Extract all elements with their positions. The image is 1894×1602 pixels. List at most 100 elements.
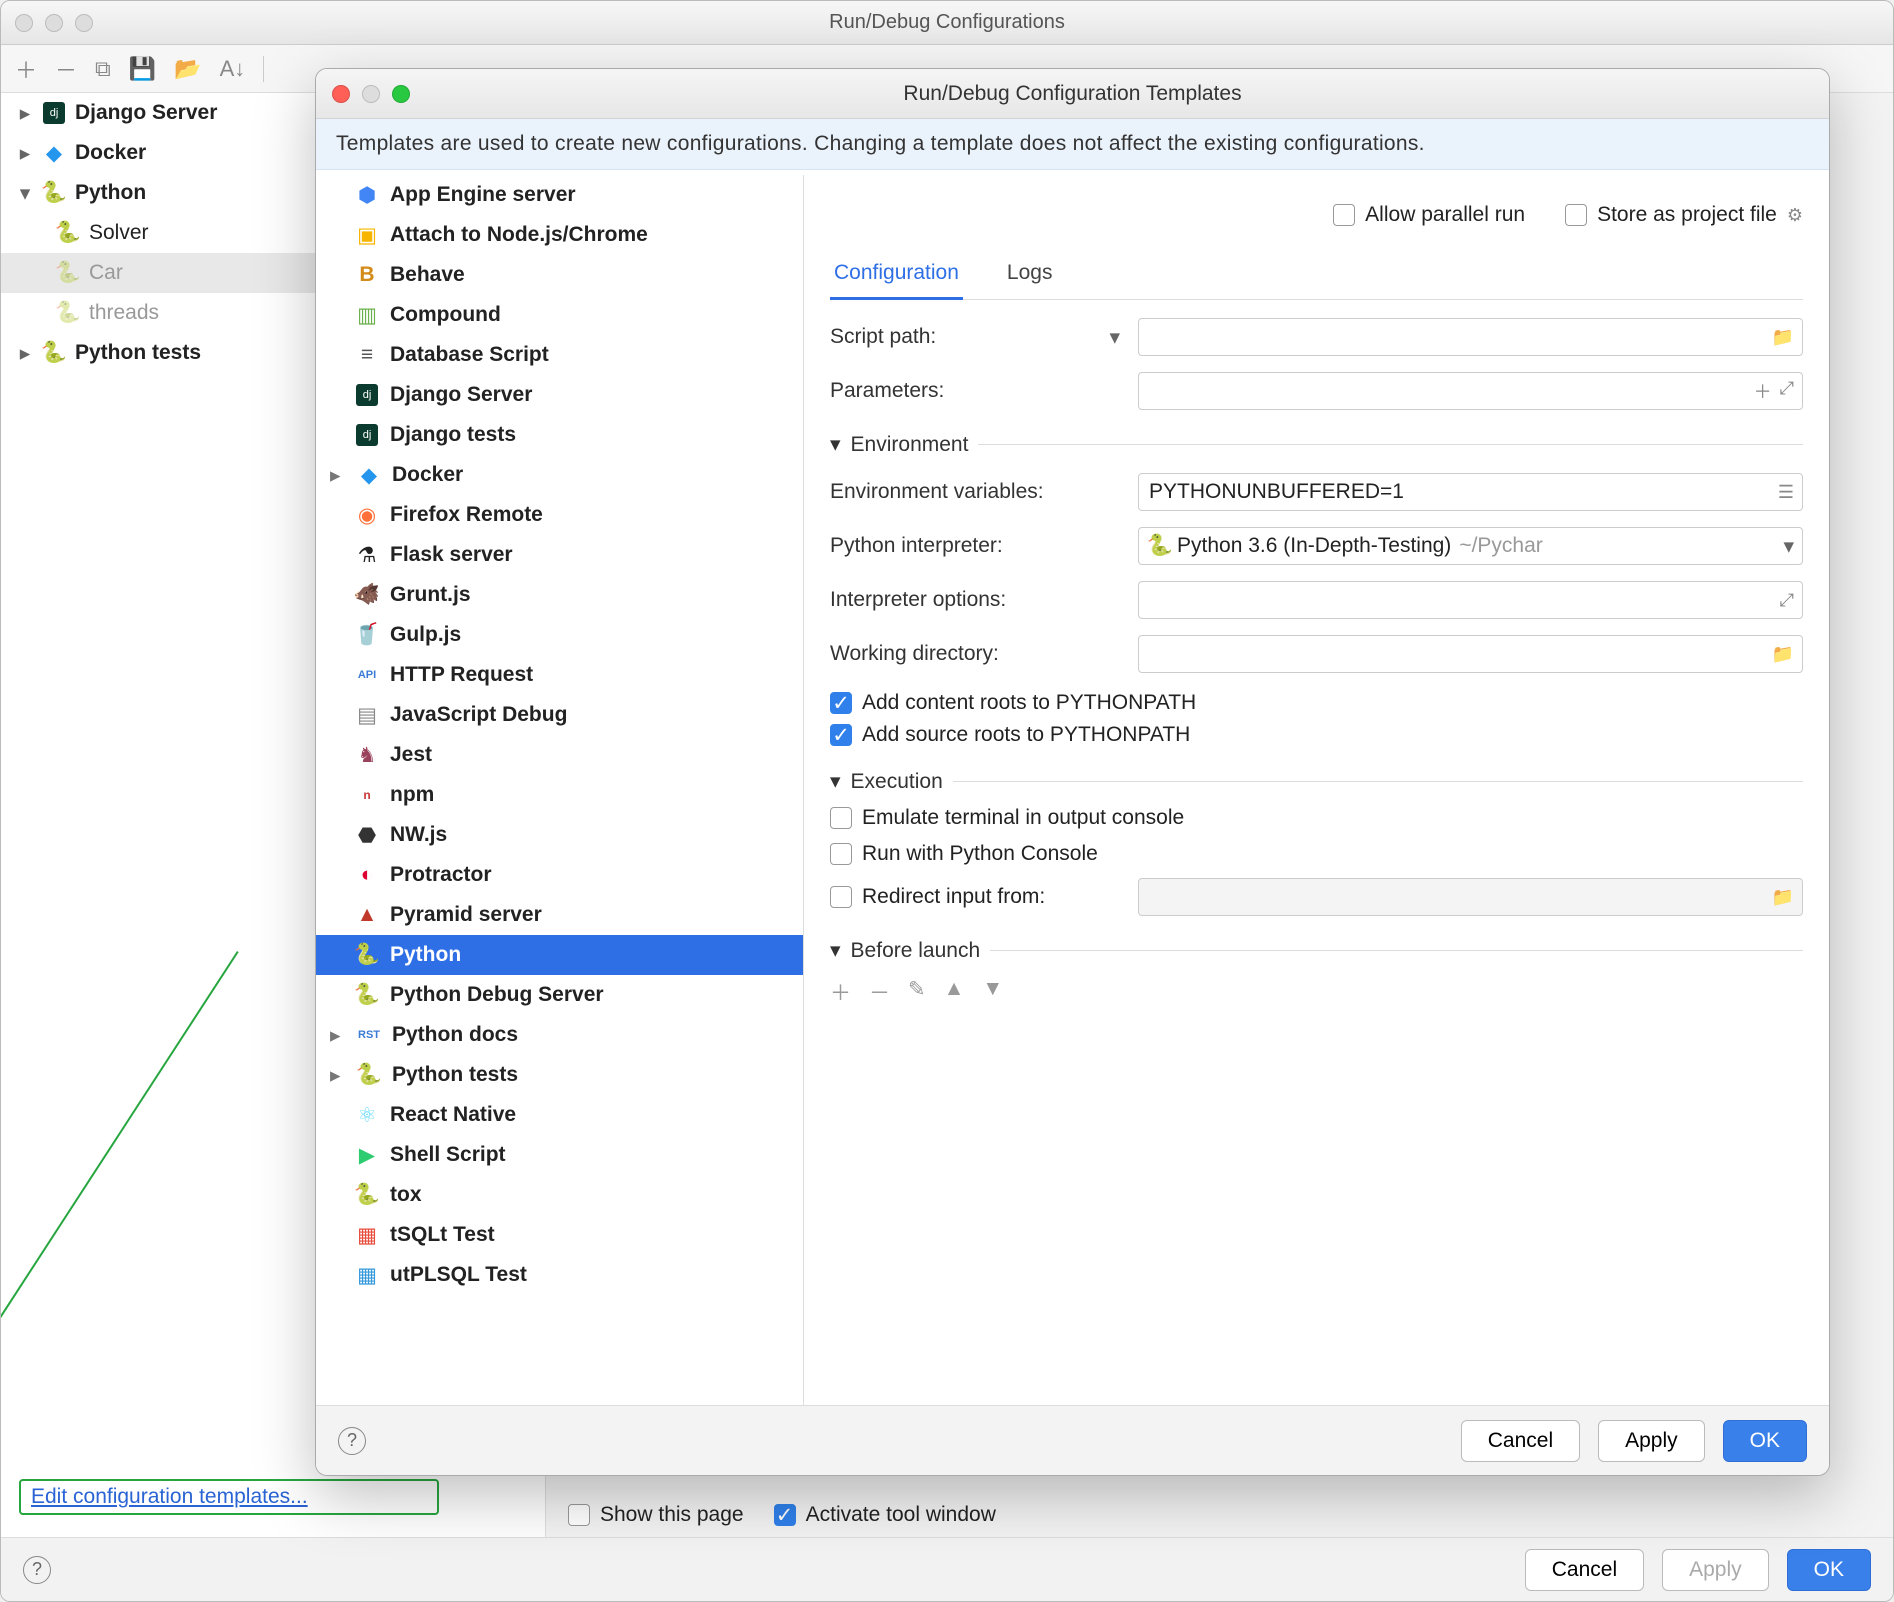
chevron-down-icon[interactable]: ▾ (1109, 325, 1120, 350)
expand-icon[interactable]: ⤢ (1780, 378, 1794, 404)
add-icon[interactable]: ＋ (830, 977, 851, 1007)
show-this-page-checkbox[interactable]: Show this page (568, 1503, 744, 1527)
folder-icon[interactable]: 📁 (1772, 644, 1794, 665)
python-file-dim-icon: 🐍 (57, 262, 79, 284)
tmpl-py-debug-server[interactable]: 🐍Python Debug Server (316, 975, 803, 1015)
tmpl-db-script[interactable]: ≡Database Script (316, 335, 803, 375)
docker-icon: ◆ (358, 464, 380, 486)
python-tests-icon: 🐍 (358, 1064, 380, 1086)
tmpl-react-native[interactable]: ⚛React Native (316, 1095, 803, 1135)
gear-icon[interactable]: ⚙ (1787, 205, 1803, 226)
chevron-down-icon[interactable]: ▾ (1783, 534, 1794, 559)
down-icon: ▼ (982, 977, 1003, 1007)
back-titlebar: Run/Debug Configurations (1, 1, 1893, 45)
run-python-console-checkbox[interactable]: Run with Python Console (830, 842, 1803, 866)
emulate-terminal-checkbox[interactable]: Emulate terminal in output console (830, 806, 1803, 830)
environment-section[interactable]: ▾Environment (830, 432, 1803, 457)
back-footer: ? Cancel Apply OK (1, 1537, 1893, 1601)
chevron-right-icon[interactable]: ▸ (330, 1023, 346, 1048)
parameters-input[interactable]: ＋⤢ (1138, 372, 1803, 410)
tmpl-python[interactable]: 🐍Python (316, 935, 803, 975)
help-icon[interactable]: ? (23, 1556, 51, 1584)
redirect-input-checkbox[interactable]: Redirect input from: (830, 885, 1120, 909)
dialog-ok-button[interactable]: OK (1723, 1420, 1807, 1462)
grunt-icon: 🐗 (356, 584, 378, 606)
expand-icon[interactable]: ⤢ (1780, 590, 1794, 611)
tmpl-protractor[interactable]: ◐Protractor (316, 855, 803, 895)
chevron-right-icon[interactable]: ▸ (330, 463, 346, 488)
sort-az-icon[interactable]: A↓ (220, 56, 246, 82)
back-ok-button[interactable]: OK (1787, 1549, 1871, 1591)
chevron-right-icon[interactable]: ▸ (330, 1063, 346, 1088)
tmpl-utplsql[interactable]: ▦utPLSQL Test (316, 1255, 803, 1295)
allow-parallel-checkbox[interactable]: Allow parallel run (1333, 203, 1525, 227)
python-file-icon: 🐍 (57, 222, 79, 244)
folder-icon[interactable]: 📁 (1772, 327, 1794, 348)
script-path-input[interactable]: 📁 (1138, 318, 1803, 356)
tmpl-tsqlt[interactable]: ▦tSQLt Test (316, 1215, 803, 1255)
back-apply-button[interactable]: Apply (1662, 1549, 1769, 1591)
tmpl-jest[interactable]: ♞Jest (316, 735, 803, 775)
tmpl-docker[interactable]: ▸◆Docker (316, 455, 803, 495)
interp-opts-input[interactable]: ⤢ (1138, 581, 1803, 619)
env-vars-input[interactable]: PYTHONUNBUFFERED=1☰ (1138, 473, 1803, 511)
help-icon[interactable]: ? (338, 1427, 366, 1455)
tmpl-attach-node[interactable]: ▣Attach to Node.js/Chrome (316, 215, 803, 255)
tmpl-app-engine[interactable]: ⬢App Engine server (316, 175, 803, 215)
folder-icon[interactable]: 📁 (1772, 887, 1794, 908)
config-tabs: Configuration Logs (830, 251, 1803, 300)
react-icon: ⚛ (356, 1104, 378, 1126)
execution-section[interactable]: ▾Execution (830, 769, 1803, 794)
list-icon[interactable]: ☰ (1778, 482, 1794, 503)
tmpl-flask[interactable]: ⚗Flask server (316, 535, 803, 575)
copy-icon[interactable]: ⧉ (95, 56, 111, 82)
templates-dialog: Run/Debug Configuration Templates Templa… (315, 68, 1830, 1476)
tmpl-npm[interactable]: nnpm (316, 775, 803, 815)
remove-icon[interactable]: － (55, 53, 77, 85)
chevron-right-icon[interactable]: ▸ (17, 101, 33, 126)
template-list[interactable]: ⬢App Engine server ▣Attach to Node.js/Ch… (316, 175, 804, 1405)
tmpl-compound[interactable]: ▥Compound (316, 295, 803, 335)
tab-configuration[interactable]: Configuration (830, 251, 963, 300)
tab-logs[interactable]: Logs (1003, 251, 1057, 299)
tmpl-tox[interactable]: 🐍tox (316, 1175, 803, 1215)
tmpl-pyramid[interactable]: ▲Pyramid server (316, 895, 803, 935)
tsqlt-icon: ▦ (356, 1224, 378, 1246)
py-interp-select[interactable]: 🐍Python 3.6 (In-Depth-Testing)~/Pychar▾ (1138, 527, 1803, 565)
back-window-title: Run/Debug Configurations (1, 11, 1893, 34)
edit-templates-link[interactable]: Edit configuration templates... (31, 1485, 308, 1509)
tmpl-py-docs[interactable]: ▸RSTPython docs (316, 1015, 803, 1055)
tmpl-http[interactable]: APIHTTP Request (316, 655, 803, 695)
tmpl-django-server[interactable]: djDjango Server (316, 375, 803, 415)
tmpl-grunt[interactable]: 🐗Grunt.js (316, 575, 803, 615)
workdir-input[interactable]: 📁 (1138, 635, 1803, 673)
chevron-right-icon[interactable]: ▸ (17, 141, 33, 166)
tmpl-py-tests[interactable]: ▸🐍Python tests (316, 1055, 803, 1095)
dialog-apply-button[interactable]: Apply (1598, 1420, 1705, 1462)
tmpl-django-tests[interactable]: djDjango tests (316, 415, 803, 455)
add-icon[interactable]: ＋ (15, 53, 37, 85)
folder-up-icon[interactable]: 📂 (174, 56, 201, 82)
shell-icon: ▶ (356, 1144, 378, 1166)
tmpl-behave[interactable]: BBehave (316, 255, 803, 295)
tmpl-nwjs[interactable]: ⬣NW.js (316, 815, 803, 855)
tmpl-js-debug[interactable]: ▤JavaScript Debug (316, 695, 803, 735)
add-source-roots-checkbox[interactable]: ✓Add source roots to PYTHONPATH (830, 723, 1803, 747)
tmpl-gulp[interactable]: 🥤Gulp.js (316, 615, 803, 655)
tmpl-shell[interactable]: ▶Shell Script (316, 1135, 803, 1175)
back-cancel-button[interactable]: Cancel (1525, 1549, 1644, 1591)
add-content-roots-checkbox[interactable]: ✓Add content roots to PYTHONPATH (830, 691, 1803, 715)
store-project-file-checkbox[interactable]: Store as project file⚙ (1565, 203, 1803, 227)
config-panel: Allow parallel run Store as project file… (804, 175, 1829, 1405)
py-interp-label: Python interpreter: (830, 534, 1120, 558)
chevron-down-icon[interactable]: ▾ (17, 181, 33, 206)
chevron-right-icon[interactable]: ▸ (17, 341, 33, 366)
dialog-cancel-button[interactable]: Cancel (1461, 1420, 1580, 1462)
tmpl-firefox[interactable]: ◉Firefox Remote (316, 495, 803, 535)
add-icon[interactable]: ＋ (1754, 378, 1772, 404)
activate-tool-window-checkbox[interactable]: ✓Activate tool window (774, 1503, 996, 1527)
rst-icon: RST (358, 1024, 380, 1046)
firefox-icon: ◉ (356, 504, 378, 526)
before-launch-section[interactable]: ▾Before launch (830, 938, 1803, 963)
save-icon[interactable]: 💾 (129, 56, 156, 82)
